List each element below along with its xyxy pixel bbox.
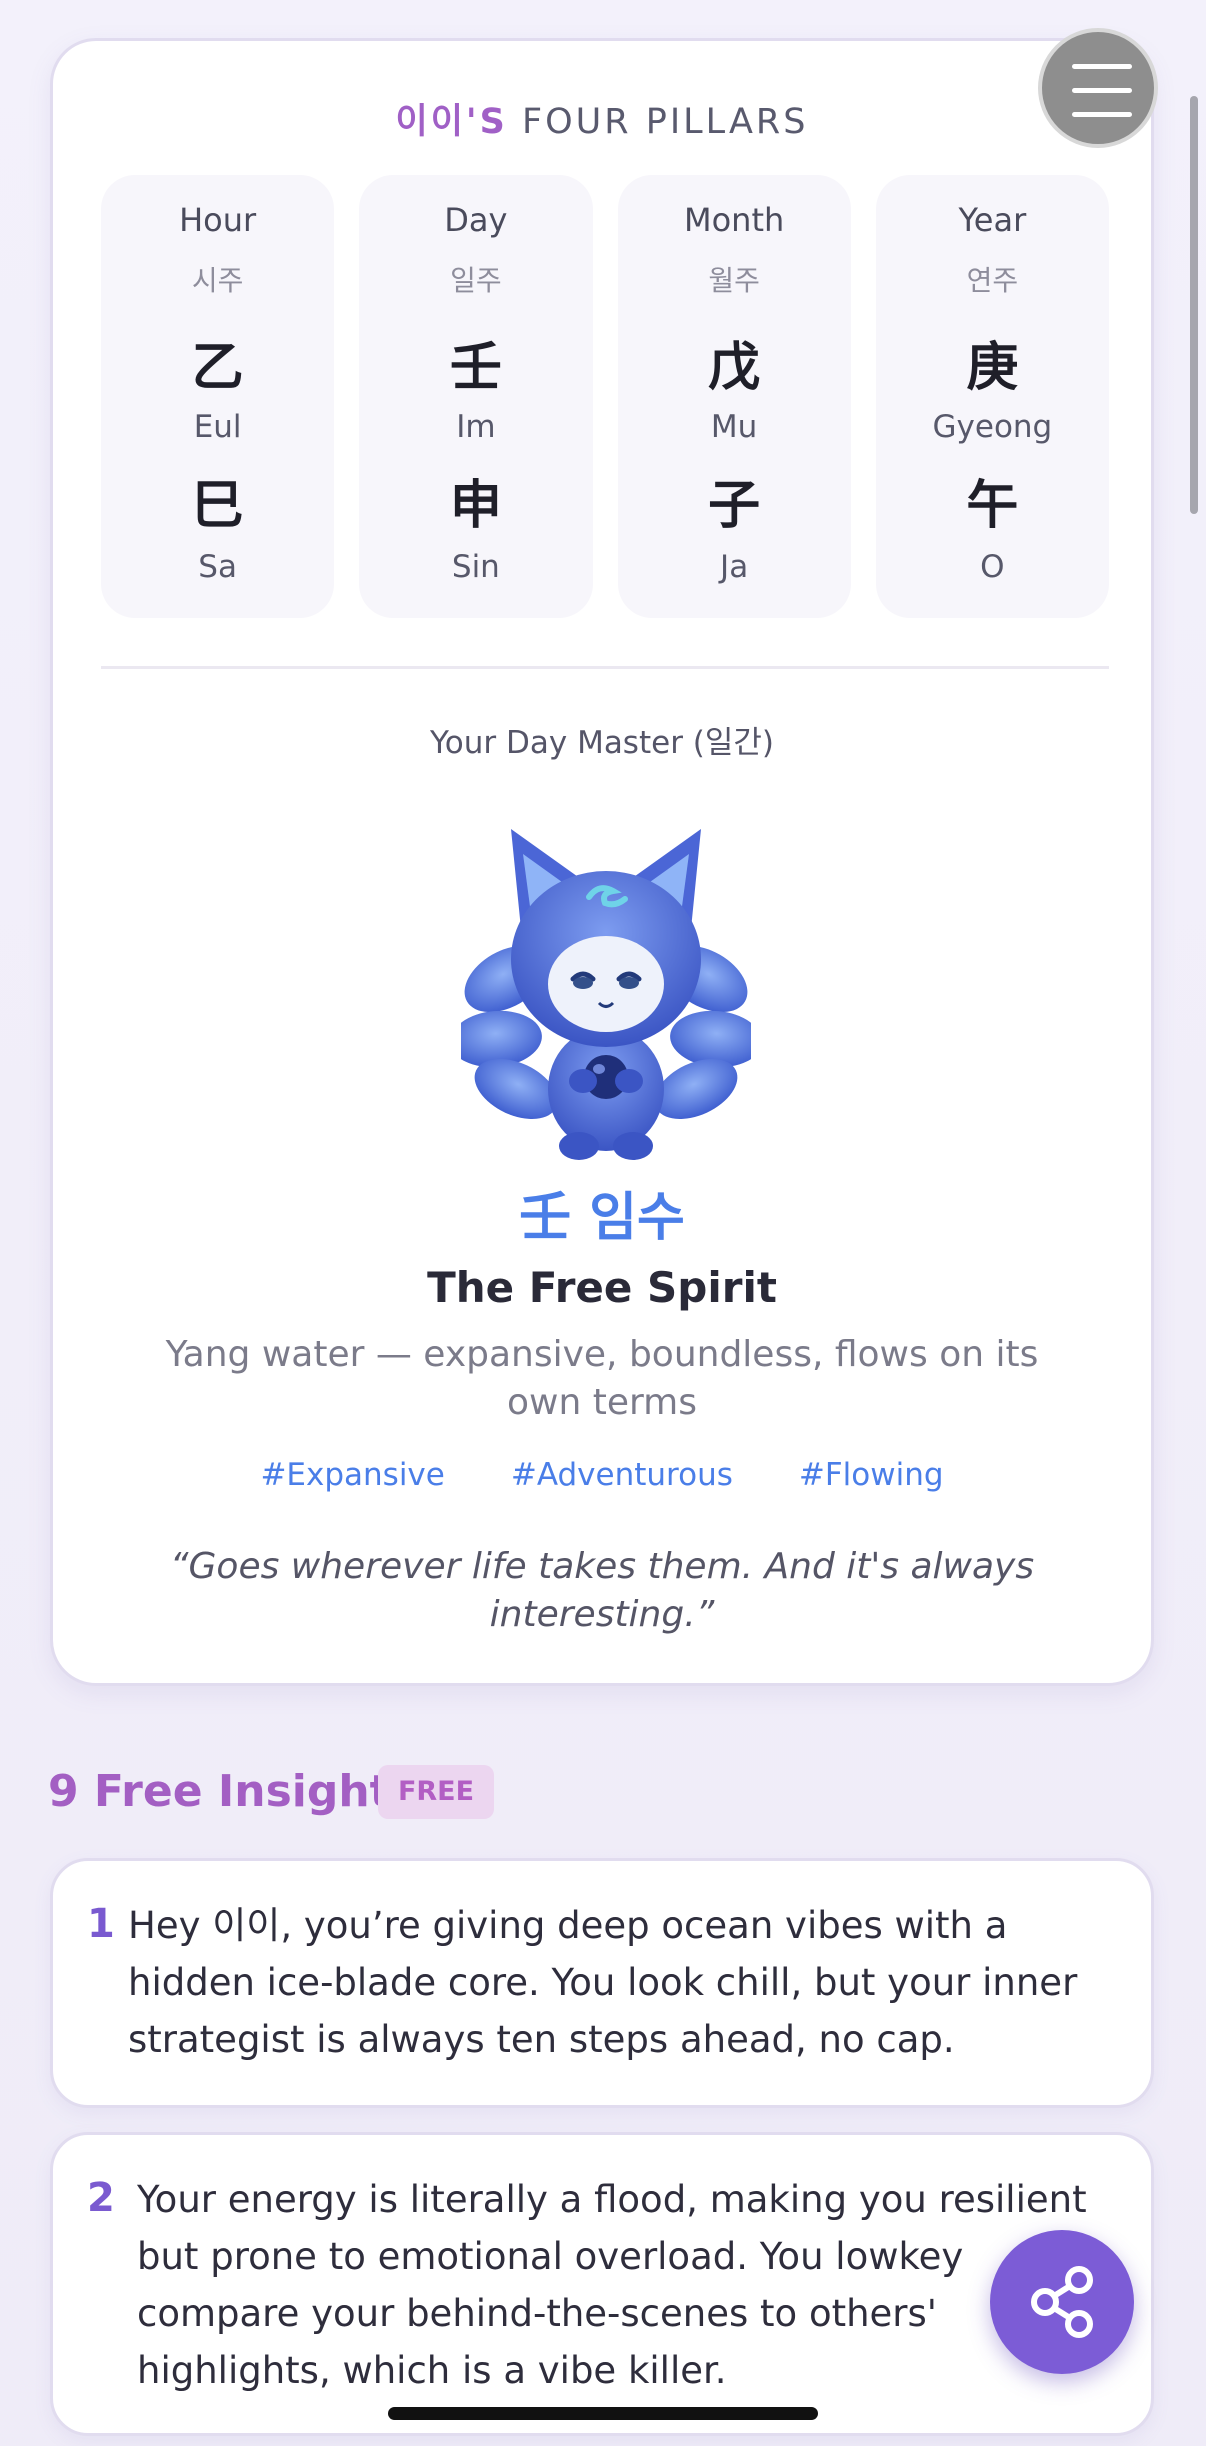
owner-name: 이이'S <box>395 102 508 142</box>
day-master-label: Your Day Master (일간) <box>429 725 775 761</box>
pillar-korean-label: 시주 <box>191 264 244 297</box>
pillar-month: Month 월주 戊 Mu 子 Ja <box>617 175 851 618</box>
stem-character: 庚 <box>966 338 1019 398</box>
pillar-label: Month <box>683 201 785 239</box>
pillar-year: Year 연주 庚 Gyeong 午 O <box>875 175 1109 618</box>
insight-text: Your energy is literally a flood, making… <box>137 2178 1087 2392</box>
stem-character: 乙 <box>191 338 244 398</box>
insights-section-title: 9 Free Insights <box>48 1766 417 1817</box>
insight-text: Hey 이이, you’re giving deep ocean vibes w… <box>128 1904 1078 2061</box>
day-master-title: The Free Spirit <box>427 1263 777 1312</box>
branch-character: 巳 <box>191 476 244 536</box>
stem-romanization: Eul <box>193 409 242 445</box>
insight-number: 1 <box>87 1901 115 1947</box>
divider <box>101 666 1109 669</box>
pillars-grid: Hour 시주 乙 Eul 巳 Sa Day 일주 壬 Im 申 Sin Mon… <box>101 175 1109 618</box>
home-indicator[interactable] <box>388 2407 818 2420</box>
stem-romanization: Im <box>456 409 496 445</box>
stem-romanization: Gyeong <box>932 409 1053 445</box>
stem-character: 戊 <box>708 338 761 398</box>
insight-card[interactable]: 2 Your energy is literally a flood, maki… <box>50 2132 1154 2436</box>
branch-romanization: Ja <box>720 549 749 585</box>
branch-romanization: Sa <box>198 549 237 585</box>
free-badge: FREE <box>378 1765 494 1819</box>
pillar-korean-label: 연주 <box>966 264 1019 297</box>
tag: #Adventurous <box>510 1457 733 1493</box>
title-text: FOUR PILLARS <box>522 102 809 142</box>
day-master-description: Yang water — expansive, boundless, flows… <box>165 1334 1039 1423</box>
pillar-label: Hour <box>179 201 257 239</box>
menu-bar <box>1072 112 1132 117</box>
pillar-day: Day 일주 壬 Im 申 Sin <box>359 175 593 618</box>
stem-romanization: Mu <box>710 409 758 445</box>
four-pillars-card: 이이'S FOUR PILLARS Hour 시주 乙 Eul 巳 Sa Day… <box>50 38 1154 1686</box>
day-master-quote: “Goes wherever life takes them. And it's… <box>169 1546 1035 1635</box>
insight-card[interactable]: 1 Hey 이이, you’re giving deep ocean vibes… <box>50 1858 1154 2108</box>
card-title: 이이'S FOUR PILLARS <box>53 93 1151 144</box>
share-icon <box>1031 2266 1093 2338</box>
insight-number: 2 <box>87 2175 115 2221</box>
pillar-label: Day <box>444 201 508 239</box>
trait-tags: #Expansive #Adventurous #Flowing <box>53 1457 1151 1493</box>
branch-romanization: O <box>980 549 1005 585</box>
pillar-korean-label: 일주 <box>450 264 502 297</box>
branch-character: 子 <box>708 476 761 536</box>
branch-romanization: Sin <box>451 549 500 585</box>
day-master-hanja-name: 壬 임수 <box>519 1188 685 1248</box>
branch-character: 申 <box>449 476 502 536</box>
stem-character: 壬 <box>449 338 502 398</box>
pillar-label: Year <box>958 201 1027 239</box>
menu-bar <box>1072 64 1132 69</box>
scrollbar[interactable] <box>1190 96 1198 514</box>
share-button[interactable] <box>990 2230 1134 2374</box>
branch-character: 午 <box>966 476 1019 536</box>
water-fox-mascot-icon <box>461 829 751 1160</box>
menu-bar <box>1072 88 1132 93</box>
menu-button[interactable] <box>1038 28 1158 148</box>
pillar-korean-label: 월주 <box>708 264 760 297</box>
pillar-hour: Hour 시주 乙 Eul 巳 Sa <box>101 175 335 618</box>
tag: #Flowing <box>798 1457 944 1493</box>
tag: #Expansive <box>260 1457 445 1493</box>
